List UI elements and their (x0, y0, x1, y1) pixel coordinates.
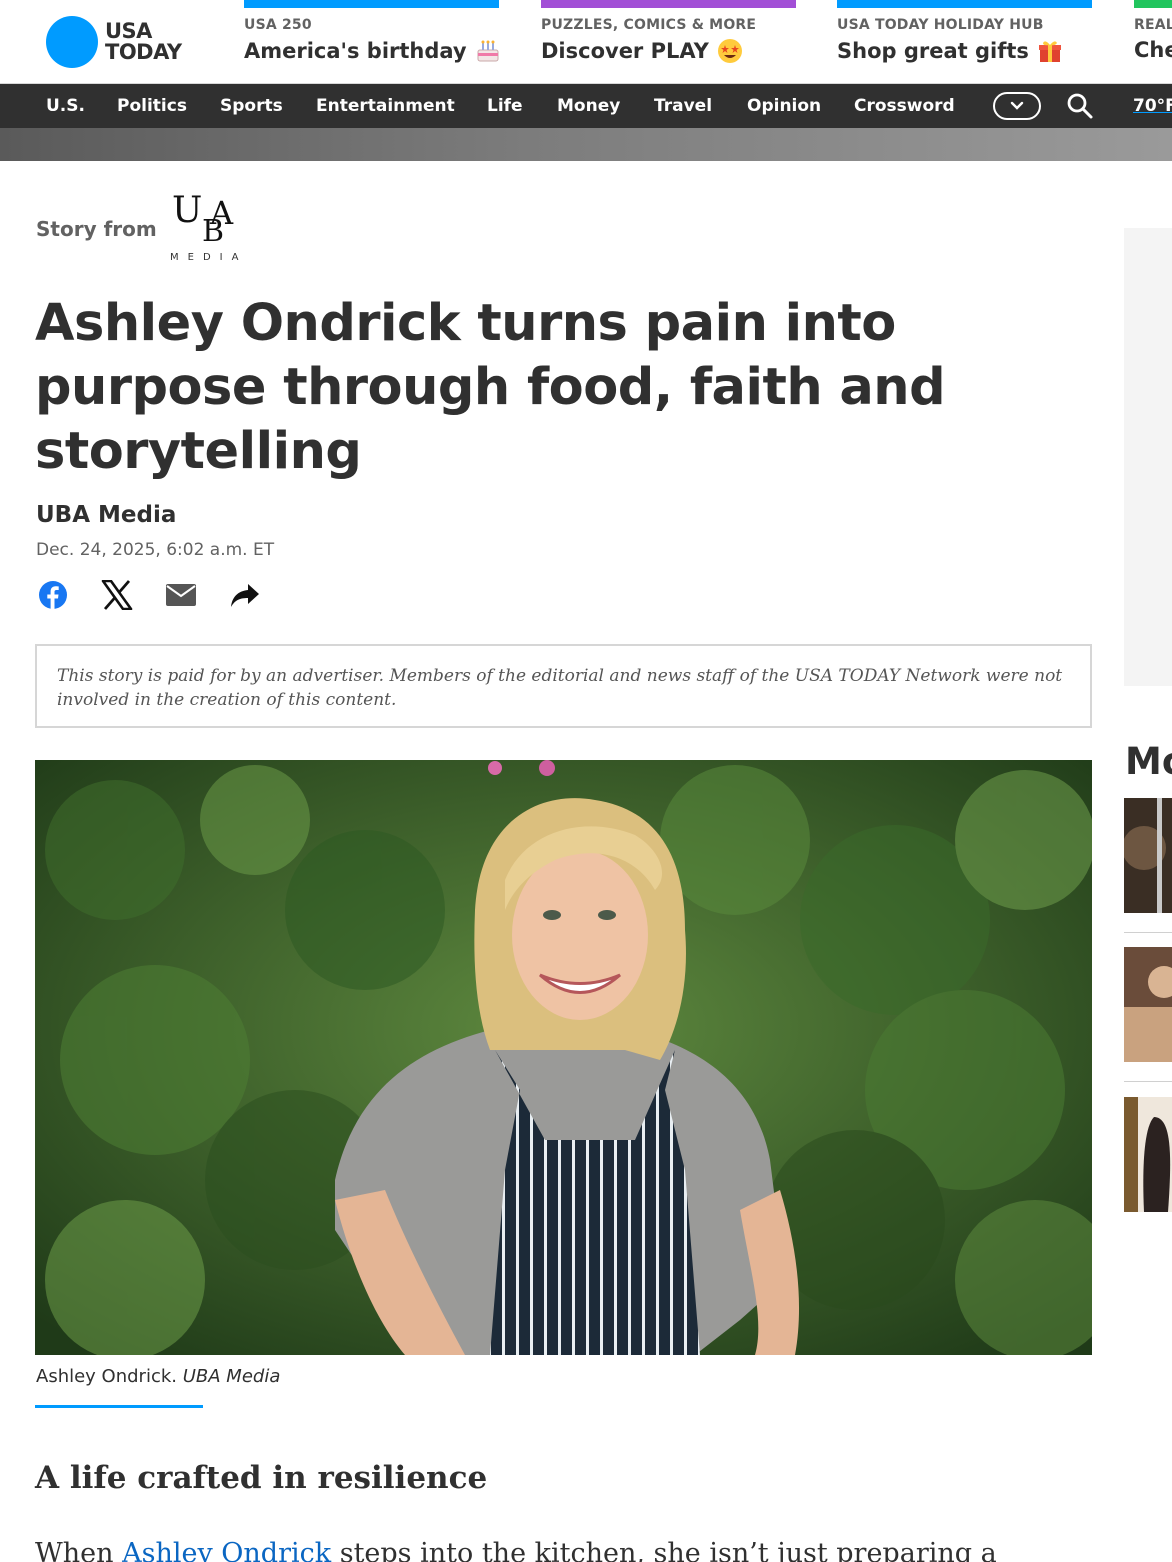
nav-item-travel[interactable]: Travel (654, 96, 712, 116)
rail-divider (1124, 932, 1172, 933)
chevron-down-icon (1010, 101, 1024, 110)
facebook-share-button[interactable] (36, 578, 70, 612)
photo-caption: Ashley Ondrick. UBA Media (36, 1366, 280, 1387)
main-nav: U.S. Politics Sports Entertainment Life … (0, 84, 1172, 128)
promo-kicker: REAL (1134, 17, 1172, 33)
rail-section-title: Mo (1125, 740, 1172, 783)
article-subhead: A life crafted in resilience (35, 1460, 488, 1496)
nav-item-politics[interactable]: Politics (117, 96, 187, 116)
gift-icon (1038, 41, 1061, 62)
nav-item-opinion[interactable]: Opinion (747, 96, 821, 116)
ad-banner-band (0, 128, 1172, 161)
x-icon (101, 580, 133, 610)
share-button[interactable] (228, 578, 262, 612)
rail-story-thumb[interactable] (1124, 1097, 1172, 1212)
logo-line1: USA (105, 19, 152, 43)
facebook-icon (39, 581, 67, 609)
article-body-paragraph: When Ashley Ondrick steps into the kitch… (35, 1538, 997, 1562)
nav-item-sports[interactable]: Sports (220, 96, 283, 116)
promo-headline: America's birthday (244, 39, 467, 63)
caption-name: Ashley Ondrick. (36, 1366, 177, 1387)
promo-headline: Discover PLAY (541, 39, 709, 63)
cake-icon (477, 40, 499, 62)
caption-divider (35, 1405, 203, 1408)
promo-strip (244, 0, 499, 8)
nav-item-money[interactable]: Money (557, 96, 620, 116)
promo-headline: Che (1134, 38, 1172, 62)
usa-today-logo[interactable]: USA TODAY (46, 16, 182, 68)
article-hero-photo[interactable] (35, 760, 1092, 1355)
logo-dot (46, 16, 98, 68)
paid-content-disclaimer: This story is paid for by an advertiser.… (35, 644, 1092, 728)
article-author[interactable]: UBA Media (36, 502, 176, 528)
logo-line2: TODAY (105, 40, 182, 64)
promo-strip (1134, 0, 1172, 8)
share-icon (231, 584, 259, 607)
top-promo-bar: USA TODAY USA 250 America's birthday PUZ… (0, 0, 1172, 84)
promo-strip (541, 0, 796, 8)
article-title: Ashley Ondrick turns pain into purpose t… (35, 294, 946, 481)
nav-item-crossword[interactable]: Crossword (854, 96, 955, 116)
ashley-ondrick-link[interactable]: Ashley Ondrick (122, 1538, 331, 1562)
rail-story-thumb[interactable] (1124, 947, 1172, 1062)
email-share-button[interactable] (164, 578, 198, 612)
nav-weather[interactable]: 70°F (1133, 96, 1172, 116)
search-icon[interactable] (1066, 92, 1094, 120)
rail-ad-slot (1124, 228, 1172, 686)
article-date: Dec. 24, 2025, 6:02 a.m. ET (36, 540, 275, 560)
rail-divider (1124, 1081, 1172, 1082)
portrait-image (35, 760, 1092, 1355)
nav-item-entertainment[interactable]: Entertainment (316, 96, 455, 116)
promo-kicker: USA TODAY HOLIDAY HUB (837, 17, 1044, 33)
nav-item-life[interactable]: Life (487, 96, 523, 116)
email-icon (166, 584, 196, 606)
promo-kicker: PUZZLES, COMICS & MORE (541, 17, 757, 33)
promo-headline: Shop great gifts (837, 39, 1029, 63)
caption-credit: UBA Media (182, 1366, 281, 1387)
nav-more-button[interactable] (993, 92, 1041, 120)
nav-item-us[interactable]: U.S. (46, 96, 85, 116)
promo-strip (837, 0, 1092, 8)
x-share-button[interactable] (100, 578, 134, 612)
rail-story-thumb[interactable] (1124, 798, 1172, 913)
story-from-label: Story from (36, 217, 157, 241)
star-struck-icon (717, 39, 742, 63)
promo-kicker: USA 250 (244, 17, 312, 33)
uba-media-logo[interactable]: U A B MEDIA (168, 190, 248, 266)
